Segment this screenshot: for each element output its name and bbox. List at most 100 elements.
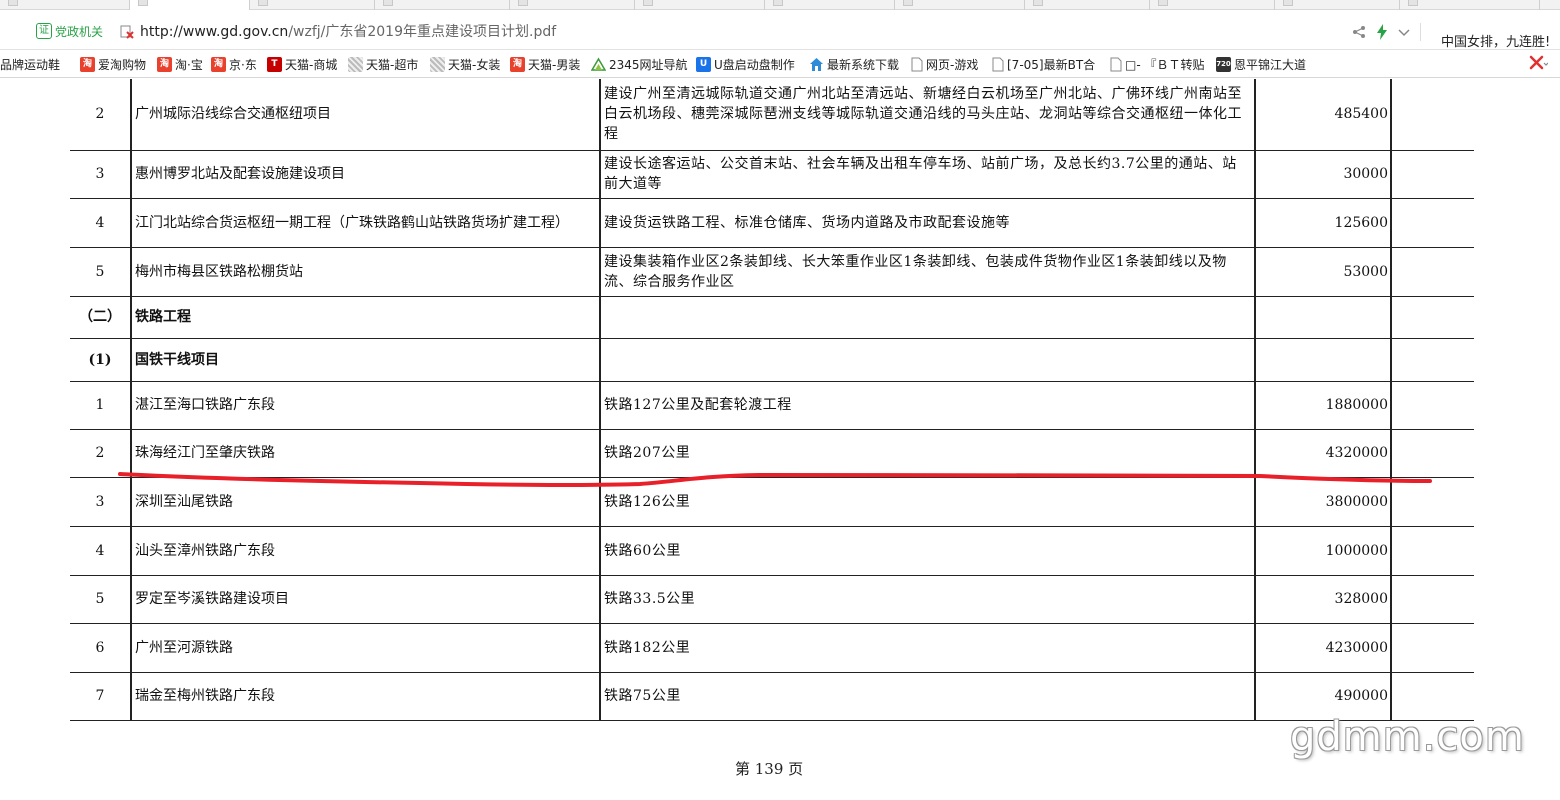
empty-cell bbox=[1390, 338, 1474, 382]
scissors-icon[interactable] bbox=[1528, 54, 1548, 74]
bookmark-item[interactable]: 天猫-超市 bbox=[348, 56, 418, 72]
site-watermark: gdmm.com bbox=[1290, 714, 1525, 760]
investment-amount: 490000 bbox=[1254, 672, 1391, 721]
bookmark-item[interactable]: [7-05]最新BT合 bbox=[992, 56, 1095, 72]
bookmark-item[interactable]: 天猫-女装 bbox=[430, 56, 500, 72]
bookmark-item[interactable]: 最新系统下载 bbox=[809, 56, 899, 72]
gov-site-badge[interactable]: 证 党政机关 bbox=[36, 22, 103, 40]
tab-icon bbox=[1408, 0, 1418, 6]
browser-tab[interactable] bbox=[130, 0, 250, 10]
browser-tab[interactable] bbox=[250, 0, 375, 10]
taobao-icon: 淘 bbox=[510, 56, 525, 72]
browser-tab[interactable] bbox=[0, 0, 130, 10]
browser-tab[interactable] bbox=[895, 0, 1025, 10]
empty-cell bbox=[1390, 526, 1474, 576]
url-path: /wzfj/广东省2019年重点建设项目计划.pdf bbox=[288, 24, 557, 40]
site-badge-label: 党政机关 bbox=[55, 24, 104, 39]
tab-icon bbox=[643, 0, 653, 6]
u-disk-icon: U bbox=[696, 56, 711, 72]
insecure-page-icon[interactable] bbox=[120, 25, 134, 39]
section-title: 国铁干线项目 bbox=[130, 338, 600, 382]
project-description: 建设货运铁路工程、标准仓储库、货场内道路及市政配套设施等 bbox=[599, 198, 1255, 248]
bookmark-item[interactable]: 淘京·东 bbox=[211, 56, 257, 72]
section-index: (1) bbox=[70, 338, 131, 382]
investment-amount: 1880000 bbox=[1254, 381, 1391, 430]
table-row: 2 广州城际沿线综合交通枢纽项目 建设广州至清远城际轨道交通广州北站至清远站、新… bbox=[70, 79, 1474, 151]
share-icon[interactable] bbox=[1352, 25, 1366, 39]
hot-news-link[interactable]: 中国女排，九连胜! bbox=[1441, 31, 1550, 50]
project-name: 瑞金至梅州铁路广东段 bbox=[130, 672, 600, 721]
row-index: 5 bbox=[70, 575, 131, 624]
browser-tab[interactable] bbox=[1150, 0, 1275, 10]
tab-icon bbox=[773, 0, 783, 6]
browser-tab[interactable] bbox=[1275, 0, 1400, 10]
table-row: 7 瑞金至梅州铁路广东段 铁路75公里 490000 bbox=[70, 672, 1474, 721]
empty-cell bbox=[1390, 672, 1474, 721]
bookmark-label: 恩平锦江大道 bbox=[1234, 57, 1307, 72]
tab-icon bbox=[903, 0, 913, 6]
browser-tab[interactable] bbox=[765, 0, 895, 10]
bookmark-item[interactable]: U U盘启动盘制作 bbox=[696, 56, 795, 72]
bookmark-label: 网页-游戏 bbox=[926, 57, 979, 72]
browser-tab[interactable] bbox=[375, 0, 510, 10]
lightning-icon[interactable] bbox=[1376, 24, 1388, 40]
page-icon bbox=[1110, 57, 1122, 71]
table-row: 5 梅州市梅县区铁路松棚货站 建设集装箱作业区2条装卸线、长大笨重作业区1条装卸… bbox=[70, 247, 1474, 297]
investment-amount: 485400 bbox=[1254, 79, 1391, 151]
empty-cell bbox=[1390, 79, 1474, 151]
project-name: 湛江至海口铁路广东段 bbox=[130, 381, 600, 430]
bookmark-label: 天猫-女装 bbox=[448, 57, 501, 72]
investment-amount: 328000 bbox=[1254, 575, 1391, 624]
project-description: 铁路182公里 bbox=[599, 623, 1255, 673]
page-number: 第 139 页 bbox=[735, 760, 804, 778]
browser-tab[interactable] bbox=[1400, 0, 1540, 10]
2345-icon bbox=[591, 57, 606, 71]
browser-tab[interactable] bbox=[1025, 0, 1150, 10]
720-icon: 720 bbox=[1216, 56, 1231, 72]
tab-icon bbox=[1158, 0, 1168, 6]
project-name: 梅州市梅县区铁路松棚货站 bbox=[130, 247, 600, 297]
address-bar-actions bbox=[1352, 20, 1421, 44]
bookmark-item[interactable]: 720 恩平锦江大道 bbox=[1216, 56, 1306, 72]
chevron-down-icon[interactable] bbox=[1398, 26, 1410, 38]
bookmark-label: 天猫-男装 bbox=[528, 57, 581, 72]
investment-amount: 125600 bbox=[1254, 198, 1391, 248]
bookmark-item[interactable]: 淘天猫-男装 bbox=[510, 56, 580, 72]
tab-icon bbox=[138, 0, 148, 6]
section-header-row: （二） 铁路工程 bbox=[70, 296, 1474, 339]
investment-amount: 4230000 bbox=[1254, 623, 1391, 673]
investment-amount: 30000 bbox=[1254, 150, 1391, 199]
bookmark-item[interactable]: □- 『ＢＴ转贴 bbox=[1110, 56, 1204, 72]
tmall-icon: T bbox=[267, 56, 282, 72]
investment-amount: 4320000 bbox=[1254, 429, 1391, 478]
row-index: 4 bbox=[70, 198, 131, 248]
taobao-icon: 淘 bbox=[211, 56, 226, 72]
project-name: 惠州博罗北站及配套设施建设项目 bbox=[130, 150, 600, 199]
row-index: 7 bbox=[70, 672, 131, 721]
bookmark-label: 京·东 bbox=[229, 57, 257, 72]
tab-icon bbox=[8, 0, 18, 6]
row-index: 5 bbox=[70, 247, 131, 297]
investment-amount: 3800000 bbox=[1254, 477, 1391, 527]
browser-tab[interactable] bbox=[510, 0, 635, 10]
empty-cell bbox=[599, 296, 1255, 339]
bookmark-item[interactable]: T 天猫-商城 bbox=[267, 56, 337, 72]
table-row: 3 惠州博罗北站及配套设施建设项目 建设长途客运站、公交首末站、社会车辆及出租车… bbox=[70, 150, 1474, 199]
grid-icon bbox=[348, 56, 363, 72]
tab-icon bbox=[383, 0, 393, 6]
bookmark-item[interactable]: 2345网址导航 bbox=[591, 56, 688, 72]
certified-shield-icon: 证 bbox=[36, 23, 52, 39]
bookmark-item[interactable]: 淘淘·宝 bbox=[157, 56, 203, 72]
bookmark-item[interactable]: 淘爱淘购物 bbox=[80, 56, 146, 72]
url-input[interactable]: http://www.gd.gov.cn/wzfj/广东省2019年重点建设项目… bbox=[140, 21, 556, 41]
bookmark-label: 品牌运动鞋 bbox=[0, 57, 61, 72]
table-row: 5 罗定至岑溪铁路建设项目 铁路33.5公里 328000 bbox=[70, 575, 1474, 624]
bookmark-item[interactable]: 品牌运动鞋 bbox=[0, 56, 60, 72]
row-index: 3 bbox=[70, 477, 131, 527]
bookmarks-bar: 品牌运动鞋 淘爱淘购物 淘淘·宝 淘京·东 T 天猫-商城 天猫-超市 天猫-女装… bbox=[0, 50, 1560, 78]
bookmark-item[interactable]: 网页-游戏 bbox=[911, 56, 978, 72]
bookmark-label: [7-05]最新BT合 bbox=[1007, 57, 1096, 72]
browser-tab[interactable] bbox=[635, 0, 765, 10]
tab-strip bbox=[0, 0, 1560, 10]
divider bbox=[1420, 23, 1421, 41]
